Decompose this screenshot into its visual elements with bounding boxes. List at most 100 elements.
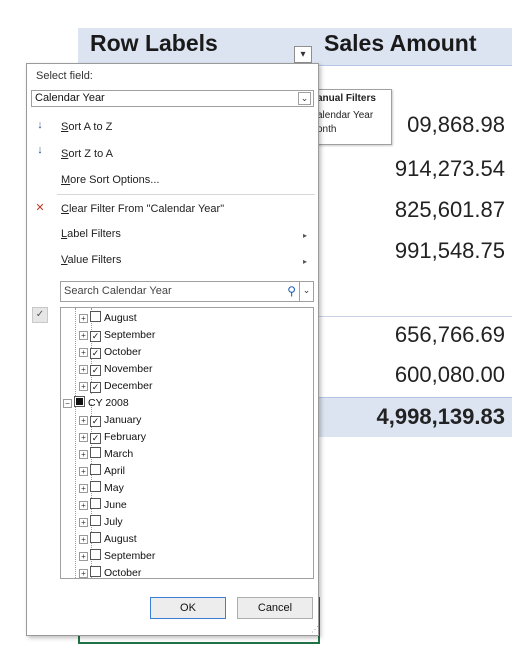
checkbox[interactable] [90,447,101,458]
expand-icon[interactable]: + [79,569,88,578]
expand-icon[interactable]: + [79,501,88,510]
tree-month-item[interactable]: + August [79,531,137,547]
expand-icon[interactable]: + [79,552,88,561]
clear-filter-icon: ✕ [35,202,45,214]
filter-dropdown-icon[interactable]: ▾ [294,46,312,63]
tree-year-node[interactable]: − CY 2008 [63,395,129,411]
expand-icon[interactable]: + [79,450,88,459]
tree-guide-line [75,308,76,578]
search-placeholder: Search Calendar Year [64,285,172,297]
expand-icon[interactable]: + [79,382,88,391]
expand-icon[interactable]: + [79,467,88,476]
chevron-down-icon[interactable]: ⌄ [299,281,313,302]
sort-a-to-z-item[interactable]: Sort A to Z [61,121,112,133]
filter-dropdown-panel: Select field: Calendar Year ⌄ ↓ Sort A t… [26,63,319,636]
tree-item-label: February [104,431,147,443]
pivot-value: 914,273.54 [394,156,505,181]
expand-icon[interactable]: + [79,348,88,357]
expand-icon[interactable]: + [79,535,88,544]
tree-item-label: March [104,448,134,460]
row-labels-header: Row Labels [90,30,218,56]
tree-item-label: July [104,516,123,528]
menu-divider [57,194,315,195]
expand-icon[interactable]: + [79,416,88,425]
pivot-separator [300,316,512,317]
tree-item-label: June [104,499,127,511]
checkbox[interactable] [74,396,85,407]
tree-item-label: September [104,550,156,562]
submenu-item[interactable]: anual Filters [317,93,376,104]
collapse-icon[interactable]: − [63,399,72,408]
checkbox[interactable] [90,464,101,475]
tree-item-label: January [104,414,142,426]
checkbox[interactable]: ✓ [90,382,101,393]
tree-month-item[interactable]: + ✓ December [79,378,152,394]
cancel-button[interactable]: Cancel [237,597,313,619]
pivot-value: 600,080.00 [394,362,505,387]
tree-item-label: August [104,533,137,545]
tree-item-label: October [104,567,142,579]
tree-month-item[interactable]: + September [79,548,155,564]
tree-item-label: November [104,363,153,375]
field-select-value: Calendar Year [35,92,105,104]
tree-month-item[interactable]: + ✓ January [79,412,141,428]
checkbox[interactable]: ✓ [90,365,101,376]
expand-icon[interactable]: + [79,314,88,323]
tree-item-label: September [104,329,156,341]
tree-item-label: October [104,346,142,358]
tree-month-item[interactable]: + April [79,463,125,479]
grand-total-value: 4,998,139.83 [376,404,505,429]
checkbox[interactable] [90,498,101,509]
expand-icon[interactable]: + [79,365,88,374]
checkbox[interactable] [90,549,101,560]
sales-amount-header: Sales Amount [324,30,477,56]
expand-icon[interactable]: + [79,518,88,527]
ok-button[interactable]: OK [150,597,226,619]
tree-item-label: CY 2008 [88,397,129,409]
sort-z-to-a-item[interactable]: Sort Z to A [61,148,113,160]
tree-month-item[interactable]: + October [79,565,142,579]
search-input[interactable]: Search Calendar Year ⚲ ⌄ [60,281,314,302]
pivot-value: 09,868.98 [407,112,505,137]
checkbox[interactable]: ✓ [90,348,101,359]
label-filters-submenu: anual Filters alendar Year onth [312,89,392,145]
sort-descending-icon: ↓ [37,144,43,156]
label-filters-item[interactable]: Label Filters [61,228,121,240]
search-icon[interactable]: ⚲ [287,282,296,301]
tree-month-item[interactable]: + ✓ February [79,429,146,445]
checkbox[interactable]: ✓ [90,433,101,444]
tree-month-item[interactable]: + June [79,497,127,513]
submenu-arrow-icon: ▸ [303,257,308,266]
checkbox[interactable] [90,481,101,492]
tree-item-label: December [104,380,153,392]
tree-month-item[interactable]: + March [79,446,133,462]
tree-month-item[interactable]: + ✓ November [79,361,152,377]
checkbox[interactable]: ✓ [90,331,101,342]
more-sort-options-item[interactable]: More Sort Options... [61,174,159,186]
tree-month-item[interactable]: + ✓ October [79,344,141,360]
tree-month-item[interactable]: + ✓ September [79,327,155,343]
value-filters-item[interactable]: Value Filters [61,254,121,266]
clear-filter-item[interactable]: Clear Filter From "Calendar Year" [61,203,224,215]
sort-ascending-icon: ↓ [37,119,43,131]
checkbox[interactable] [90,515,101,526]
tree-month-item[interactable]: + May [79,480,124,496]
checkbox[interactable] [90,311,101,322]
submenu-item[interactable]: onth [317,124,336,135]
expand-icon[interactable]: + [79,433,88,442]
tree-item-label: May [104,482,124,494]
pivot-header-row: Row Labels ▾ Sales Amount [78,28,512,66]
expand-icon[interactable]: + [79,331,88,340]
resize-grip-icon[interactable]: ⋰ [311,625,319,634]
checkmark-icon: ✓ [32,307,48,323]
checkbox[interactable]: ✓ [90,416,101,427]
expand-icon[interactable]: + [79,484,88,493]
submenu-item[interactable]: alendar Year [317,110,373,121]
tree-month-item[interactable]: + July [79,514,123,530]
checkbox[interactable] [90,532,101,543]
chevron-down-icon[interactable]: ⌄ [298,92,311,105]
field-select[interactable]: Calendar Year ⌄ [31,90,314,107]
checkbox[interactable] [90,566,101,577]
submenu-arrow-icon: ▸ [303,231,308,240]
tree-month-item[interactable]: + August [79,310,137,326]
